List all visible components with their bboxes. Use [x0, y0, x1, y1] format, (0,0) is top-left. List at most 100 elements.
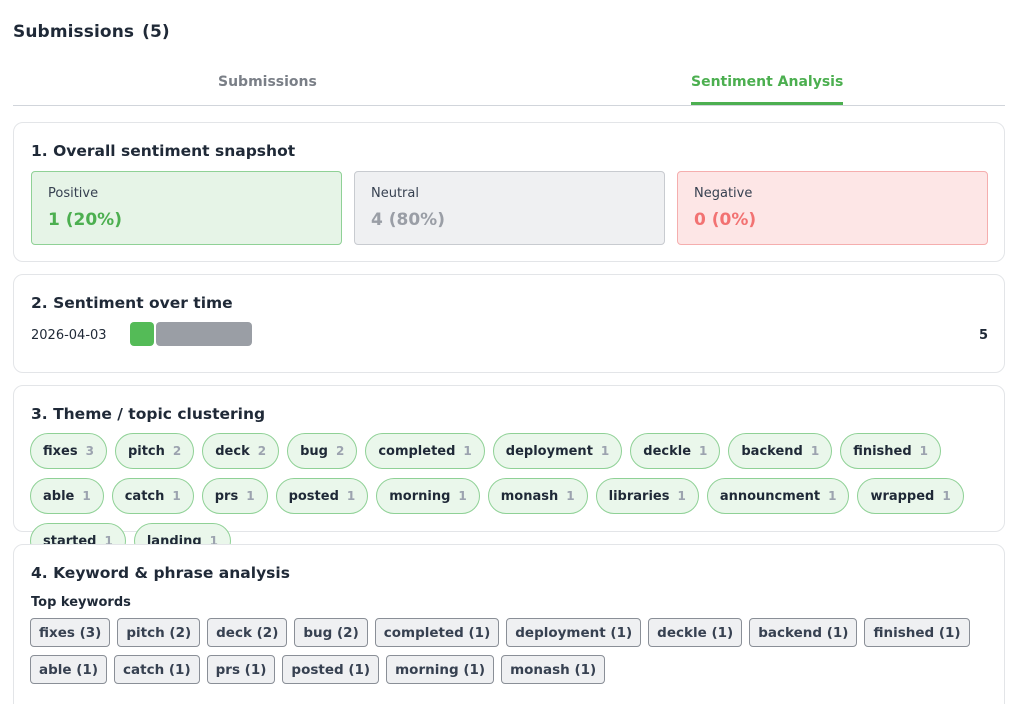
theme-chip-label: fixes: [43, 443, 78, 459]
theme-chip[interactable]: fixes 3: [30, 433, 107, 469]
theme-chip[interactable]: deployment 1: [492, 433, 623, 469]
keyword-analysis-card: 4. Keyword & phrase analysis Top keyword…: [13, 544, 1005, 704]
keyword-chip[interactable]: deckle (1): [648, 618, 743, 647]
keyword-chip[interactable]: posted (1): [282, 655, 380, 684]
theme-chip-label: announcment: [719, 488, 821, 504]
theme-chip-label: wrapped: [870, 488, 935, 504]
negative-label: Negative: [694, 186, 753, 201]
theme-chip-count: 2: [172, 444, 182, 458]
theme-chip[interactable]: deckle 1: [630, 433, 721, 469]
theme-chip[interactable]: able 1: [30, 478, 104, 514]
keyword-chip[interactable]: pitch (2): [117, 618, 201, 647]
theme-chip-label: prs: [214, 488, 239, 504]
positive-stat: Positive 1 (20%): [31, 171, 342, 245]
theme-chip-count: 1: [677, 489, 686, 503]
theme-chip-count: 1: [566, 489, 575, 503]
section-title: 4. Keyword & phrase analysis: [31, 564, 290, 582]
neutral-stat: Neutral 4 (80%): [354, 171, 665, 245]
theme-chip[interactable]: prs 1: [201, 478, 268, 514]
timeline-total: 5: [978, 328, 988, 343]
keyword-chip-list: fixes (3) pitch (2) deck (2) bug (2) complet…: [30, 618, 988, 684]
theme-chip-count: 1: [942, 489, 951, 503]
theme-chip-label: able: [43, 488, 75, 504]
neutral-label: Neutral: [371, 186, 419, 201]
theme-chip-label: deckle: [643, 443, 692, 459]
page-title-text: Submissions: [13, 22, 135, 42]
theme-chip[interactable]: bug 2: [287, 433, 358, 469]
keyword-chip[interactable]: finished (1): [864, 618, 970, 647]
theme-chip[interactable]: morning 1: [376, 478, 480, 514]
theme-chip[interactable]: libraries 1: [595, 478, 699, 514]
theme-chip[interactable]: deck 2: [202, 433, 280, 469]
keyword-chip[interactable]: completed (1): [374, 618, 500, 647]
theme-chip-label: pitch: [127, 443, 165, 459]
keyword-chip[interactable]: bug (2): [294, 618, 368, 647]
positive-segment: [130, 322, 154, 346]
keyword-chip[interactable]: prs (1): [206, 655, 276, 684]
section-title: 2. Sentiment over time: [31, 294, 233, 312]
theme-clustering-card: 3. Theme / topic clustering fixes 3 pitch 2…: [13, 385, 1005, 559]
theme-chip[interactable]: finished 1: [840, 433, 942, 469]
theme-chip-list: fixes 3 pitch 2 deck 2 bug 2 completed 1 deploymen…: [30, 433, 988, 559]
theme-chip[interactable]: catch 1: [111, 478, 194, 514]
theme-chip-label: deck: [215, 443, 250, 459]
theme-chip-count: 1: [919, 444, 929, 458]
section-title: 1. Overall sentiment snapshot: [31, 142, 296, 160]
theme-chip-count: 1: [463, 444, 472, 458]
theme-chip-label: libraries: [608, 488, 670, 504]
sentiment-snapshot-card: 1. Overall sentiment snapshot Positive 1…: [13, 122, 1005, 262]
theme-chip[interactable]: monash 1: [487, 478, 588, 514]
tab-submissions[interactable]: Submissions: [218, 74, 317, 104]
negative-stat: Negative 0 (0%): [677, 171, 988, 245]
keyword-chip[interactable]: fixes (3): [30, 618, 111, 647]
positive-label: Positive: [48, 186, 99, 201]
keyword-chip[interactable]: morning (1): [386, 655, 495, 684]
theme-chip-label: catch: [124, 488, 165, 504]
theme-chip-label: posted: [288, 488, 339, 504]
page-title: Submissions (5): [13, 22, 170, 42]
timeline-bar: [130, 322, 252, 346]
theme-chip-count: 1: [172, 489, 181, 503]
sentiment-over-time-card: 2. Sentiment over time 2026-04-03 5: [13, 274, 1005, 373]
keyword-chip[interactable]: deck (2): [207, 618, 288, 647]
theme-chip[interactable]: backend 1: [728, 433, 833, 469]
theme-chip-count: 1: [828, 489, 837, 503]
theme-chip[interactable]: wrapped 1: [857, 478, 964, 514]
theme-chip-count: 1: [699, 444, 708, 458]
theme-chip-label: bug: [300, 443, 328, 459]
theme-chip-label: finished: [853, 443, 912, 459]
theme-chip-count: 1: [810, 444, 820, 458]
keyword-chip[interactable]: able (1): [30, 655, 107, 684]
theme-chip[interactable]: completed 1: [365, 433, 485, 469]
theme-chip-count: 2: [257, 444, 267, 458]
neutral-segment: [156, 322, 252, 346]
tab-bar: Submissions Sentiment Analysis: [13, 62, 1005, 106]
theme-chip-label: completed: [378, 443, 456, 459]
theme-chip-count: 1: [458, 489, 467, 503]
theme-chip-count: 2: [335, 444, 345, 458]
submission-count: (5): [142, 22, 170, 42]
positive-value: 1 (20%): [48, 210, 122, 230]
keyword-chip[interactable]: backend (1): [749, 618, 858, 647]
theme-chip-count: 1: [82, 489, 91, 503]
theme-chip-count: 1: [246, 489, 255, 503]
theme-chip-count: 1: [346, 489, 356, 503]
theme-chip-label: deployment: [505, 443, 593, 459]
theme-chip[interactable]: announcment 1: [706, 478, 850, 514]
theme-chip[interactable]: pitch 2: [114, 433, 195, 469]
neutral-value: 4 (80%): [371, 210, 445, 230]
theme-chip[interactable]: posted 1: [275, 478, 369, 514]
keyword-chip[interactable]: deployment (1): [506, 618, 642, 647]
top-keywords-heading: Top keywords: [31, 595, 131, 610]
theme-chip-count: 3: [85, 444, 94, 458]
theme-chip-label: backend: [741, 443, 803, 459]
tab-sentiment-analysis[interactable]: Sentiment Analysis: [691, 74, 844, 105]
section-title: 3. Theme / topic clustering: [31, 405, 266, 423]
timeline-date: 2026-04-03: [31, 328, 107, 343]
keyword-chip[interactable]: monash (1): [501, 655, 606, 684]
keyword-chip[interactable]: catch (1): [114, 655, 200, 684]
theme-chip-count: 1: [600, 444, 610, 458]
theme-chip-label: monash: [500, 488, 559, 504]
negative-value: 0 (0%): [694, 210, 757, 230]
theme-chip-label: morning: [389, 488, 451, 504]
